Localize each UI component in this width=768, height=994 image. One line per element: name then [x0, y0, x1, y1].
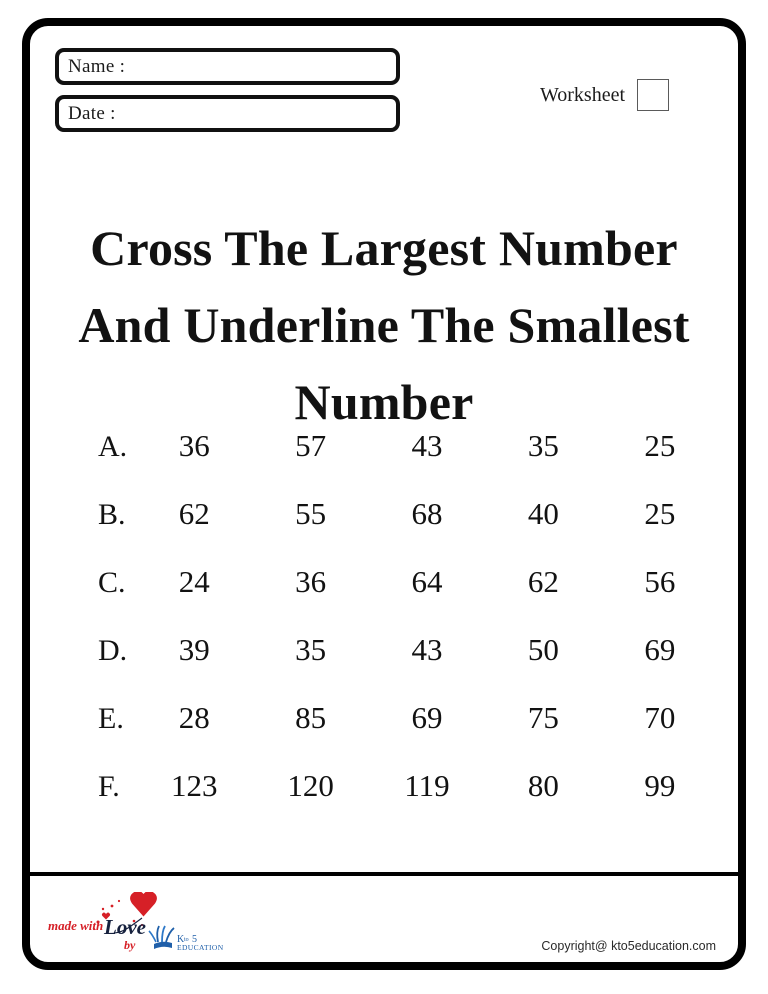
cell-c-4[interactable]: 62	[485, 564, 601, 600]
logo-love-text: Love	[103, 915, 146, 939]
logo-by-text: by	[124, 938, 136, 952]
worksheet-label: Worksheet	[540, 83, 626, 106]
date-field[interactable]: Date :	[55, 95, 400, 132]
cell-e-1[interactable]: 28	[136, 700, 252, 736]
book-plant-icon	[148, 925, 175, 949]
table-row: D. 39 35 43 50 69	[70, 632, 718, 700]
cell-f-4[interactable]: 80	[485, 768, 601, 804]
brand-logo-svg: made with Love by K to 5 EDUCATION	[48, 890, 224, 952]
date-field-label: Date :	[68, 102, 116, 124]
made-with-love-logo: made with Love by K to 5 EDUCATION	[46, 890, 266, 954]
cell-c-5[interactable]: 56	[602, 564, 718, 600]
cell-c-3[interactable]: 64	[369, 564, 485, 600]
cell-b-5[interactable]: 25	[602, 496, 718, 532]
cell-c-1[interactable]: 24	[136, 564, 252, 600]
table-row: B. 62 55 68 40 25	[70, 496, 718, 564]
name-field-label: Name :	[68, 55, 126, 77]
cell-b-3[interactable]: 68	[369, 496, 485, 532]
logo-brand-education-text: EDUCATION	[177, 943, 224, 952]
cell-a-2[interactable]: 57	[252, 428, 368, 464]
cell-a-5[interactable]: 25	[602, 428, 718, 464]
cell-e-4[interactable]: 75	[485, 700, 601, 736]
row-label-b: B.	[98, 498, 126, 531]
cell-f-1[interactable]: 123	[136, 768, 252, 804]
row-label-e: E.	[98, 702, 124, 735]
row-label-a: A.	[98, 430, 128, 463]
footer: made with Love by K to 5 EDUCATION Copyr…	[30, 876, 738, 962]
cell-e-2[interactable]: 85	[252, 700, 368, 736]
table-row: A. 36 57 43 35 25	[70, 428, 718, 496]
cell-a-4[interactable]: 35	[485, 428, 601, 464]
cell-f-3[interactable]: 119	[369, 768, 485, 804]
name-field[interactable]: Name :	[55, 48, 400, 85]
table-row: C. 24 36 64 62 56	[70, 564, 718, 632]
cell-d-1[interactable]: 39	[136, 632, 252, 668]
copyright-text: Copyright@ kto5education.com	[541, 939, 716, 953]
worksheet-page-inner: Name : Date : Worksheet Cross The Larges…	[30, 26, 738, 962]
cell-c-2[interactable]: 36	[252, 564, 368, 600]
cell-f-5[interactable]: 99	[602, 768, 718, 804]
heart-icon	[130, 890, 157, 917]
cell-a-3[interactable]: 43	[369, 428, 485, 464]
table-row: E. 28 85 69 75 70	[70, 700, 718, 768]
worksheet-number-box[interactable]	[637, 79, 670, 111]
worksheet-number-group: Worksheet	[540, 79, 670, 111]
row-label-c: C.	[98, 566, 126, 599]
row-label-f: F.	[98, 770, 120, 803]
page-title: Cross The Largest Number And Underline T…	[78, 219, 690, 430]
cell-b-1[interactable]: 62	[136, 496, 252, 532]
cell-d-3[interactable]: 43	[369, 632, 485, 668]
cell-e-3[interactable]: 69	[369, 700, 485, 736]
cell-b-4[interactable]: 40	[485, 496, 601, 532]
cell-d-4[interactable]: 50	[485, 632, 601, 668]
table-row: F. 123 120 119 80 99	[70, 768, 718, 836]
number-grid: A. 36 57 43 35 25 B. 62 55 68 40 25 C. 2…	[70, 428, 718, 836]
cell-f-2[interactable]: 120	[252, 768, 368, 804]
cell-b-2[interactable]: 55	[252, 496, 368, 532]
cell-d-2[interactable]: 35	[252, 632, 368, 668]
cell-a-1[interactable]: 36	[136, 428, 252, 464]
worksheet-page-frame: Name : Date : Worksheet Cross The Larges…	[22, 18, 746, 970]
row-label-d: D.	[98, 634, 128, 667]
cell-e-5[interactable]: 70	[602, 700, 718, 736]
cell-d-5[interactable]: 69	[602, 632, 718, 668]
logo-made-with-text: made with	[48, 918, 103, 933]
